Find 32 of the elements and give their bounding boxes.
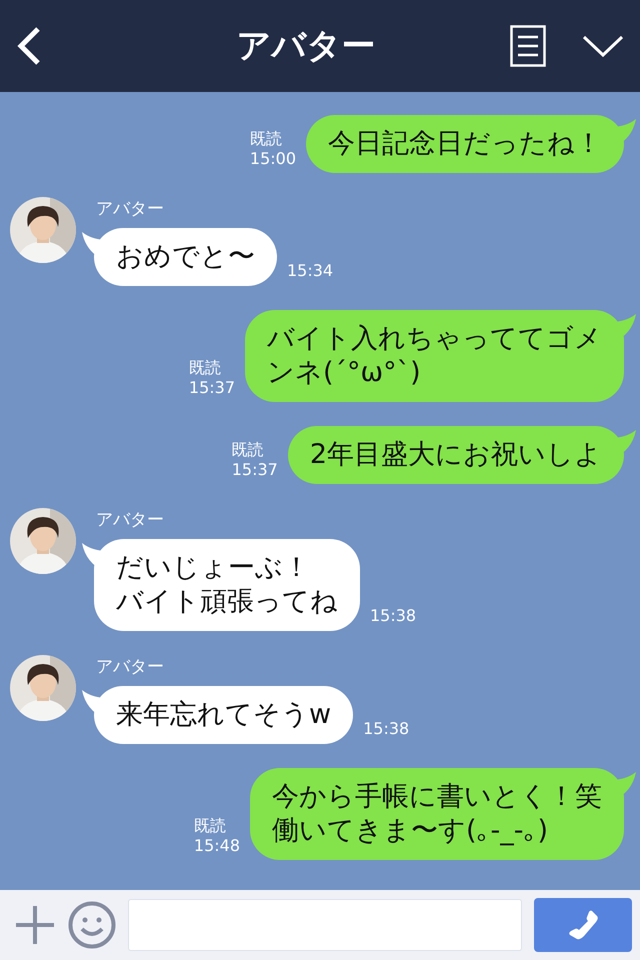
message-input[interactable] [128,899,522,951]
chat-title: アバター [236,25,376,68]
message-text: だいじょーぶ！ [116,551,310,585]
message-text: バイト入れちゃっててゴメ [267,322,602,356]
message-text: おめでと〜 [116,240,255,274]
message-text: バイト頑張ってね [116,585,338,619]
message-time: 15:48 [194,836,240,856]
message-time: 15:38 [370,606,416,625]
call-button[interactable] [534,898,632,952]
message-text: ンネ(´°ω°`) [267,356,421,390]
sender-name: アバター [96,509,165,531]
message-time: 15:37 [188,378,235,398]
read-label: 既読 [194,816,227,836]
message-text: 来年忘れてそうw [116,698,332,732]
message-time: 15:38 [363,719,410,738]
message-time: 15:34 [287,261,334,280]
message-time: 15:37 [232,460,278,480]
message-text: 2年目盛大にお祝いしよ [310,438,602,472]
read-label: 既読 [188,358,222,378]
back-icon[interactable] [16,26,42,66]
read-label: 既読 [232,440,265,460]
message-time: 15:00 [250,149,296,169]
plus-icon[interactable] [14,904,56,946]
message-text: 今日記念日だったね！ [328,127,602,161]
read-label: 既読 [250,129,283,149]
menu-icon[interactable] [510,25,546,67]
sender-name: アバター [96,656,165,678]
message-text: 今から手帳に書いとく！笑 [272,780,602,814]
sender-name: アバター [96,198,165,220]
smiley-icon[interactable] [68,901,116,949]
chevron-down-icon[interactable] [582,34,624,58]
message-text: 働いてきま〜す(｡-_-｡) [272,814,548,848]
